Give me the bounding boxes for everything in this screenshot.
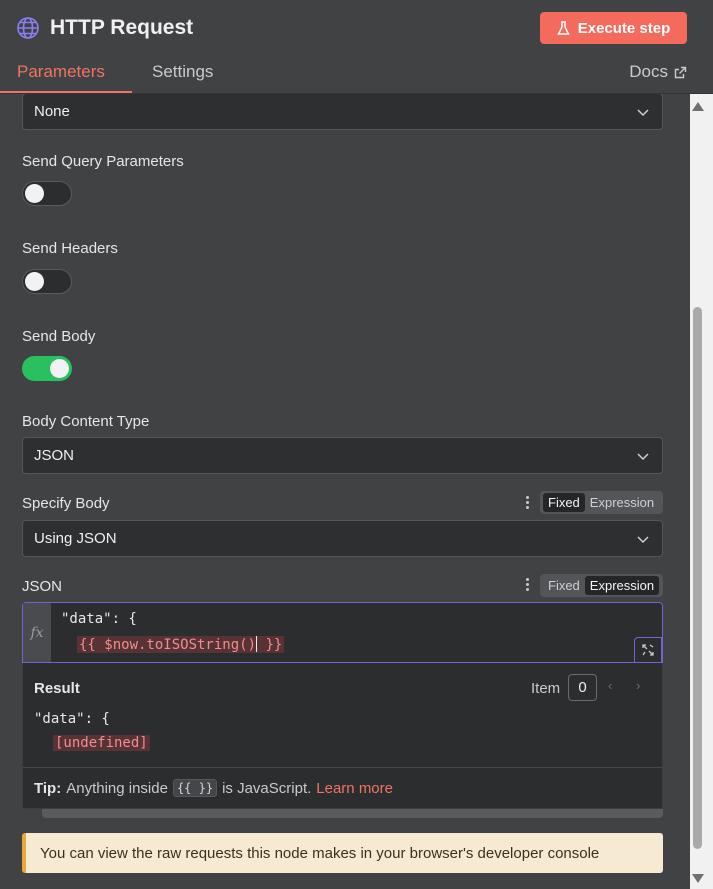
code-line: "data": { <box>61 611 137 627</box>
mode-expression-option[interactable]: Expression <box>585 493 659 512</box>
tip-label: Tip: <box>34 779 62 797</box>
specify-body-select[interactable]: Using JSON <box>22 520 663 557</box>
tab-settings[interactable]: Settings <box>152 62 213 82</box>
body-content-type-label: Body Content Type <box>22 413 150 430</box>
toggle-knob <box>50 359 69 378</box>
specify-body-value: Using JSON <box>34 530 117 547</box>
panel-shadow <box>42 809 663 818</box>
result-undefined: [undefined] <box>53 735 150 751</box>
mode-fixed-option[interactable]: Fixed <box>543 576 585 595</box>
expression-text: {{ $now.toISOString() <box>79 637 257 653</box>
tip-text-2: is JavaScript. <box>222 779 312 797</box>
node-title: HTTP Request <box>50 16 194 39</box>
result-panel: Result Item 0 ‹ › "data": { [undefined] … <box>22 663 663 809</box>
previous-item-icon[interactable]: ‹ <box>608 678 612 693</box>
notice-text: You can view the raw requests this node … <box>40 844 600 862</box>
json-expression-editor[interactable]: fx "data": { {{ $now.toISOString() }} <box>22 602 663 663</box>
tab-parameters[interactable]: Parameters <box>17 62 105 82</box>
send-headers-toggle[interactable] <box>22 269 72 294</box>
flask-icon <box>557 20 570 35</box>
specify-body-label: Specify Body <box>22 495 110 512</box>
scrollbar-thumb[interactable] <box>693 307 702 849</box>
globe-icon <box>17 17 39 39</box>
title-row: HTTP Request <box>16 12 193 44</box>
scroll-up-icon[interactable] <box>692 102 704 111</box>
chevron-down-icon <box>637 109 649 117</box>
developer-console-notice: You can view the raw requests this node … <box>22 833 663 873</box>
mode-expression-option[interactable]: Expression <box>584 576 660 595</box>
tip-row: Tip: Anything inside {{ }} is JavaScript… <box>23 767 662 808</box>
item-label: Item <box>531 680 561 697</box>
mode-fixed-option[interactable]: Fixed <box>543 493 585 512</box>
expand-icon <box>642 644 654 656</box>
specify-body-mode-toggle: Fixed Expression <box>540 491 663 514</box>
execute-step-label: Execute step <box>577 19 671 37</box>
scrollbar[interactable] <box>690 94 713 889</box>
active-tab-indicator <box>0 91 132 93</box>
docs-label: Docs <box>629 62 668 81</box>
send-headers-label: Send Headers <box>22 240 118 257</box>
item-index-input[interactable]: 0 <box>568 674 597 701</box>
send-body-label: Send Body <box>22 328 96 345</box>
node-header: HTTP Request Execute step Parameters Set… <box>0 0 713 94</box>
code-expression: {{ $now.toISOString() }} <box>77 636 285 653</box>
json-mode-toggle: Fixed Expression <box>540 574 663 597</box>
authentication-select[interactable]: None <box>22 94 663 130</box>
send-body-toggle[interactable] <box>22 356 72 381</box>
scroll-down-icon[interactable] <box>692 874 704 883</box>
fx-badge: fx <box>23 603 51 662</box>
kebab-menu-icon[interactable] <box>524 495 532 511</box>
send-query-toggle[interactable] <box>22 181 72 206</box>
kebab-menu-icon[interactable] <box>524 577 532 593</box>
chevron-down-icon <box>637 453 649 461</box>
chevron-down-icon <box>637 536 649 544</box>
toggle-knob <box>25 272 44 291</box>
json-label: JSON <box>22 578 63 595</box>
expand-editor-button[interactable] <box>634 637 662 663</box>
next-item-icon[interactable]: › <box>636 678 640 693</box>
external-link-icon <box>674 66 687 78</box>
result-title: Result <box>34 680 80 697</box>
send-query-label: Send Query Parameters <box>22 153 184 170</box>
expression-close: }} <box>257 637 283 653</box>
tip-text: Anything inside <box>66 779 168 797</box>
result-line: "data": { <box>34 711 110 727</box>
body-content-type-select[interactable]: JSON <box>22 437 663 474</box>
learn-more-link[interactable]: Learn more <box>316 780 393 797</box>
tip-code: {{ }} <box>172 779 218 797</box>
docs-link[interactable]: Docs <box>629 62 687 82</box>
body-content-type-value: JSON <box>34 447 75 464</box>
toggle-knob <box>25 184 44 203</box>
authentication-select-value: None <box>34 103 70 120</box>
execute-step-button[interactable]: Execute step <box>540 12 687 44</box>
parameters-panel: None Send Query Parameters Send Headers … <box>0 94 690 889</box>
